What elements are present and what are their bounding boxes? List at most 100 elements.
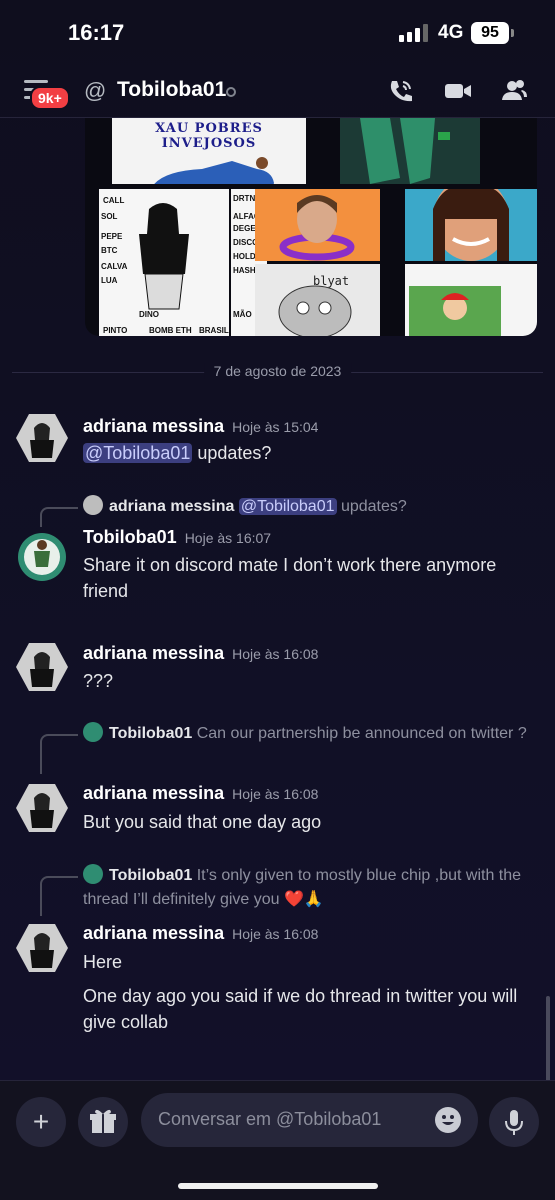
message-author: adriana messina Hoje às 15:04 (83, 416, 318, 437)
svg-text:SOL: SOL (101, 212, 118, 221)
svg-text:PEPE: PEPE (101, 232, 123, 241)
reply-author: Tobiloba01 (109, 725, 193, 742)
cartoon-face (433, 189, 509, 261)
reply-avatar (83, 495, 103, 515)
at-icon: @ (84, 78, 107, 103)
image-tile-meme[interactable]: CALL SOL PEPE BTC CALVA LUA DINO PINTO BOMB ETH… (99, 189, 229, 336)
svg-text:PINTO: PINTO (103, 326, 127, 335)
reply-author: Tobiloba01 (109, 867, 193, 884)
author-name[interactable]: Tobiloba01 (83, 527, 177, 547)
notification-badge: 9k+ (30, 86, 70, 110)
reply-preview[interactable]: Tobiloba01 Can our partnership be announ… (83, 722, 543, 746)
image-tile-green[interactable] (340, 118, 480, 184)
channel-header: 9k+ @ Tobiloba01 (0, 66, 555, 118)
reply-author: adriana messina (109, 498, 235, 515)
pixel-portrait (279, 195, 355, 261)
message-text: Share it on discord mate I don’t work th… (83, 555, 497, 601)
timestamp: Hoje às 16:08 (232, 786, 319, 802)
author-name[interactable]: adriana messina (83, 416, 224, 436)
message-text-continued: One day ago you said if we do thread in … (83, 986, 518, 1032)
timestamp: Hoje às 15:04 (232, 419, 319, 435)
message-author: adriana messina Hoje às 16:08 (83, 643, 318, 664)
video-call-icon[interactable] (444, 78, 472, 104)
reply-preview[interactable]: Tobiloba01 It’s only given to mostly blu… (83, 864, 543, 912)
reply-preview[interactable]: adriana messina @Tobiloba01 updates? (83, 495, 543, 519)
image-attachments[interactable]: XAU POBRES INVEJOSOS CALL SOL PEPE BTC CALVA… (85, 118, 537, 336)
svg-text:HOLD: HOLD (233, 252, 256, 261)
image-tile-car[interactable]: XAU POBRES INVEJOSOS (112, 118, 306, 184)
image-tile-cartoon[interactable] (405, 189, 537, 261)
car-illustration (154, 157, 274, 184)
author-name[interactable]: adriana messina (83, 923, 224, 943)
message-list[interactable]: XAU POBRES INVEJOSOS CALL SOL PEPE BTC CALVA… (0, 118, 555, 1080)
message-text: Here (83, 952, 123, 972)
network-type: 4G (438, 22, 464, 43)
svg-text:BOMB ETH: BOMB ETH (149, 326, 192, 335)
message-text: @Tobiloba01 updates? (83, 440, 543, 466)
message-composer: + Conversar em @Tobiloba01 (0, 1080, 555, 1200)
author-name[interactable]: adriana messina (83, 783, 224, 803)
message-input[interactable]: Conversar em @Tobiloba01 (141, 1093, 478, 1147)
message-author: Tobiloba01 Hoje às 16:07 (83, 527, 271, 548)
microphone-icon (505, 1110, 523, 1135)
svg-text:BRASIL: BRASIL (199, 326, 229, 335)
image-tile-pixel[interactable] (255, 189, 380, 261)
signal-icon (399, 24, 428, 42)
status-bar: 16:17 4G 95 (0, 0, 555, 66)
avatar-tobiloba[interactable] (16, 533, 68, 581)
timestamp: Hoje às 16:08 (232, 646, 319, 662)
message-text: But you said that one day ago (83, 812, 322, 832)
timestamp: Hoje às 16:07 (184, 530, 272, 546)
svg-text:HASH: HASH (233, 266, 256, 275)
clock: 16:17 (68, 20, 125, 45)
date-divider: 7 de agosto de 2023 (203, 363, 352, 379)
reply-mention: @Tobiloba01 (238, 498, 337, 515)
user-mention[interactable]: @Tobiloba01 (83, 443, 193, 463)
message-text: ??? (83, 671, 114, 691)
channel-title[interactable]: Tobiloba01 (117, 78, 226, 102)
battery-indicator: 95 (471, 22, 509, 44)
timestamp: Hoje às 16:08 (232, 926, 319, 942)
avatar-adriana[interactable] (16, 643, 68, 691)
avatar-adriana[interactable] (16, 414, 68, 462)
image-tile-dark[interactable] (482, 118, 537, 184)
blyat-label: blyat (313, 274, 350, 288)
message-author: adriana messina Hoje às 16:08 (83, 923, 318, 944)
voice-call-icon[interactable] (386, 78, 414, 104)
reply-text: updates? (336, 498, 407, 515)
emoji-face-svg (442, 1115, 454, 1125)
battery-tip (511, 29, 514, 37)
author-name[interactable]: adriana messina (83, 643, 224, 663)
reply-connector (40, 734, 78, 774)
gift-button[interactable] (78, 1097, 128, 1147)
message-author: adriana messina Hoje às 16:08 (83, 783, 318, 804)
figure-illustration (360, 118, 450, 184)
voice-message-button[interactable] (489, 1097, 539, 1147)
input-placeholder: Conversar em @Tobiloba01 (158, 1109, 382, 1129)
svg-text:MÃO: MÃO (233, 310, 252, 319)
meme-illustration: CALL SOL PEPE BTC CALVA LUA DINO PINTO BOMB ETH… (101, 196, 229, 335)
svg-text:CALVA: CALVA (101, 262, 128, 271)
image-tile-tweet[interactable] (405, 264, 537, 336)
reply-avatar (83, 864, 103, 884)
reply-avatar (83, 722, 103, 742)
avatar-adriana[interactable] (16, 924, 68, 972)
add-attachment-button[interactable]: + (16, 1097, 66, 1147)
emoji-icon[interactable] (435, 1107, 461, 1133)
reply-text: Can our partnership be announced on twit… (196, 725, 527, 742)
image-tile-caption: XAU POBRES INVEJOSOS (155, 121, 263, 151)
svg-text:LUA: LUA (101, 276, 118, 285)
tweet-preview (409, 286, 501, 336)
image-tile-blyat[interactable]: blyat (255, 264, 380, 336)
scrollbar[interactable] (546, 996, 550, 1080)
gift-icon (90, 1109, 116, 1133)
svg-text:BTC: BTC (101, 246, 118, 255)
reply-connector (40, 876, 78, 916)
members-icon[interactable] (500, 78, 528, 104)
svg-text:CALL: CALL (103, 196, 124, 205)
avatar-adriana[interactable] (16, 784, 68, 832)
message-body: updates? (192, 443, 272, 463)
offline-status-icon (226, 87, 236, 97)
home-indicator[interactable] (178, 1183, 378, 1189)
discord-dm-screen: 16:17 4G 95 9k+ @ Tobiloba01 XAU POBRES … (0, 0, 555, 1200)
